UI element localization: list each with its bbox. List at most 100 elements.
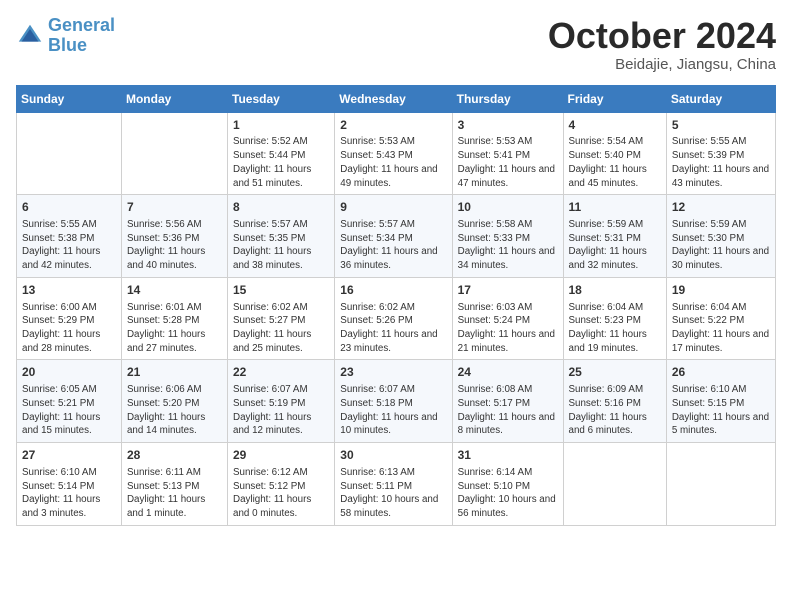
calendar-week-row: 27 Sunrise: 6:10 AMSunset: 5:14 PMDayligh…: [17, 443, 776, 526]
calendar-cell: 14 Sunrise: 6:01 AMSunset: 5:28 PMDayligh…: [121, 277, 227, 360]
month-title: October 2024: [548, 16, 776, 56]
calendar-cell: 12 Sunrise: 5:59 AMSunset: 5:30 PMDayligh…: [666, 195, 775, 278]
day-number: 23: [340, 364, 446, 381]
day-number: 2: [340, 117, 446, 134]
cell-daylight-info: Sunrise: 5:57 AMSunset: 5:35 PMDaylight:…: [233, 218, 329, 273]
day-number: 15: [233, 282, 329, 299]
day-number: 27: [22, 447, 116, 464]
day-number: 14: [127, 282, 222, 299]
calendar-cell: 13 Sunrise: 6:00 AMSunset: 5:29 PMDayligh…: [17, 277, 122, 360]
calendar-cell: 7 Sunrise: 5:56 AMSunset: 5:36 PMDaylight…: [121, 195, 227, 278]
weekday-header: Sunday: [17, 85, 122, 112]
calendar-week-row: 1Sunrise: 5:52 AMSunset: 5:44 PMDaylight…: [17, 112, 776, 195]
calendar-cell: [121, 112, 227, 195]
cell-daylight-info: Sunrise: 6:07 AMSunset: 5:18 PMDaylight:…: [340, 383, 446, 438]
day-number: 16: [340, 282, 446, 299]
day-number: 21: [127, 364, 222, 381]
cell-daylight-info: Sunrise: 5:53 AMSunset: 5:43 PMDaylight:…: [340, 135, 446, 190]
calendar-cell: 10Sunrise: 5:58 AMSunset: 5:33 PMDayligh…: [452, 195, 563, 278]
weekday-header: Friday: [563, 85, 666, 112]
calendar-cell: 21 Sunrise: 6:06 AMSunset: 5:20 PMDayligh…: [121, 360, 227, 443]
logo: General Blue: [16, 16, 115, 56]
day-number: 25: [569, 364, 661, 381]
day-number: 26: [672, 364, 770, 381]
day-number: 18: [569, 282, 661, 299]
cell-daylight-info: Sunrise: 5:57 AMSunset: 5:34 PMDaylight:…: [340, 218, 446, 273]
day-number: 20: [22, 364, 116, 381]
calendar-cell: 31 Sunrise: 6:14 AMSunset: 5:10 PMDayligh…: [452, 443, 563, 526]
day-number: 3: [458, 117, 558, 134]
calendar-table: SundayMondayTuesdayWednesdayThursdayFrid…: [16, 85, 776, 526]
day-number: 9: [340, 199, 446, 216]
calendar-cell: 27 Sunrise: 6:10 AMSunset: 5:14 PMDayligh…: [17, 443, 122, 526]
calendar-cell: [17, 112, 122, 195]
cell-daylight-info: Sunrise: 6:04 AMSunset: 5:23 PMDaylight:…: [569, 301, 661, 356]
cell-daylight-info: Sunrise: 6:03 AMSunset: 5:24 PMDaylight:…: [458, 301, 558, 356]
calendar-cell: 17Sunrise: 6:03 AMSunset: 5:24 PMDayligh…: [452, 277, 563, 360]
day-number: 11: [569, 199, 661, 216]
calendar-cell: 25 Sunrise: 6:09 AMSunset: 5:16 PMDayligh…: [563, 360, 666, 443]
cell-daylight-info: Sunrise: 6:07 AMSunset: 5:19 PMDaylight:…: [233, 383, 329, 438]
cell-daylight-info: Sunrise: 6:05 AMSunset: 5:21 PMDaylight:…: [22, 383, 116, 438]
weekday-header: Tuesday: [228, 85, 335, 112]
calendar-cell: 2Sunrise: 5:53 AMSunset: 5:43 PMDaylight…: [335, 112, 452, 195]
day-number: 4: [569, 117, 661, 134]
calendar-cell: 19Sunrise: 6:04 AMSunset: 5:22 PMDayligh…: [666, 277, 775, 360]
cell-daylight-info: Sunrise: 6:13 AMSunset: 5:11 PMDaylight:…: [340, 466, 446, 521]
calendar-cell: 18 Sunrise: 6:04 AMSunset: 5:23 PMDayligh…: [563, 277, 666, 360]
calendar-cell: 16 Sunrise: 6:02 AMSunset: 5:26 PMDayligh…: [335, 277, 452, 360]
day-number: 28: [127, 447, 222, 464]
cell-daylight-info: Sunrise: 6:12 AMSunset: 5:12 PMDaylight:…: [233, 466, 329, 521]
cell-daylight-info: Sunrise: 6:09 AMSunset: 5:16 PMDaylight:…: [569, 383, 661, 438]
calendar-cell: 28 Sunrise: 6:11 AMSunset: 5:13 PMDayligh…: [121, 443, 227, 526]
cell-daylight-info: Sunrise: 5:56 AMSunset: 5:36 PMDaylight:…: [127, 218, 222, 273]
calendar-cell: 26 Sunrise: 6:10 AMSunset: 5:15 PMDayligh…: [666, 360, 775, 443]
weekday-header: Wednesday: [335, 85, 452, 112]
day-number: 5: [672, 117, 770, 134]
calendar-cell: 9 Sunrise: 5:57 AMSunset: 5:34 PMDaylight…: [335, 195, 452, 278]
calendar-cell: [666, 443, 775, 526]
calendar-cell: 22 Sunrise: 6:07 AMSunset: 5:19 PMDayligh…: [228, 360, 335, 443]
cell-daylight-info: Sunrise: 6:08 AMSunset: 5:17 PMDaylight:…: [458, 383, 558, 438]
calendar-cell: 15 Sunrise: 6:02 AMSunset: 5:27 PMDayligh…: [228, 277, 335, 360]
day-number: 8: [233, 199, 329, 216]
calendar-week-row: 6Sunrise: 5:55 AMSunset: 5:38 PMDaylight…: [17, 195, 776, 278]
day-number: 29: [233, 447, 329, 464]
cell-daylight-info: Sunrise: 6:02 AMSunset: 5:27 PMDaylight:…: [233, 301, 329, 356]
cell-daylight-info: Sunrise: 6:10 AMSunset: 5:14 PMDaylight:…: [22, 466, 116, 521]
weekday-header: Monday: [121, 85, 227, 112]
cell-daylight-info: Sunrise: 5:58 AMSunset: 5:33 PMDaylight:…: [458, 218, 558, 273]
weekday-header: Thursday: [452, 85, 563, 112]
cell-daylight-info: Sunrise: 6:10 AMSunset: 5:15 PMDaylight:…: [672, 383, 770, 438]
cell-daylight-info: Sunrise: 6:06 AMSunset: 5:20 PMDaylight:…: [127, 383, 222, 438]
title-block: October 2024 Beidajie, Jiangsu, China: [548, 16, 776, 73]
day-number: 7: [127, 199, 222, 216]
cell-daylight-info: Sunrise: 6:04 AMSunset: 5:22 PMDaylight:…: [672, 301, 770, 356]
day-number: 13: [22, 282, 116, 299]
day-number: 12: [672, 199, 770, 216]
calendar-cell: 1Sunrise: 5:52 AMSunset: 5:44 PMDaylight…: [228, 112, 335, 195]
cell-daylight-info: Sunrise: 6:11 AMSunset: 5:13 PMDaylight:…: [127, 466, 222, 521]
day-number: 31: [458, 447, 558, 464]
location-subtitle: Beidajie, Jiangsu, China: [548, 56, 776, 73]
calendar-cell: 30 Sunrise: 6:13 AMSunset: 5:11 PMDayligh…: [335, 443, 452, 526]
logo-icon: [16, 22, 44, 50]
day-number: 22: [233, 364, 329, 381]
calendar-cell: 23 Sunrise: 6:07 AMSunset: 5:18 PMDayligh…: [335, 360, 452, 443]
calendar-header: SundayMondayTuesdayWednesdayThursdayFrid…: [17, 85, 776, 112]
cell-daylight-info: Sunrise: 6:01 AMSunset: 5:28 PMDaylight:…: [127, 301, 222, 356]
cell-daylight-info: Sunrise: 6:02 AMSunset: 5:26 PMDaylight:…: [340, 301, 446, 356]
calendar-cell: 3Sunrise: 5:53 AMSunset: 5:41 PMDaylight…: [452, 112, 563, 195]
calendar-cell: 6Sunrise: 5:55 AMSunset: 5:38 PMDaylight…: [17, 195, 122, 278]
day-number: 1: [233, 117, 329, 134]
cell-daylight-info: Sunrise: 5:55 AMSunset: 5:38 PMDaylight:…: [22, 218, 116, 273]
calendar-cell: 11Sunrise: 5:59 AMSunset: 5:31 PMDayligh…: [563, 195, 666, 278]
cell-daylight-info: Sunrise: 5:52 AMSunset: 5:44 PMDaylight:…: [233, 135, 329, 190]
cell-daylight-info: Sunrise: 5:59 AMSunset: 5:30 PMDaylight:…: [672, 218, 770, 273]
day-number: 30: [340, 447, 446, 464]
calendar-cell: 8 Sunrise: 5:57 AMSunset: 5:35 PMDaylight…: [228, 195, 335, 278]
calendar-cell: 4Sunrise: 5:54 AMSunset: 5:40 PMDaylight…: [563, 112, 666, 195]
cell-daylight-info: Sunrise: 6:00 AMSunset: 5:29 PMDaylight:…: [22, 301, 116, 356]
cell-daylight-info: Sunrise: 6:14 AMSunset: 5:10 PMDaylight:…: [458, 466, 558, 521]
weekday-header: Saturday: [666, 85, 775, 112]
